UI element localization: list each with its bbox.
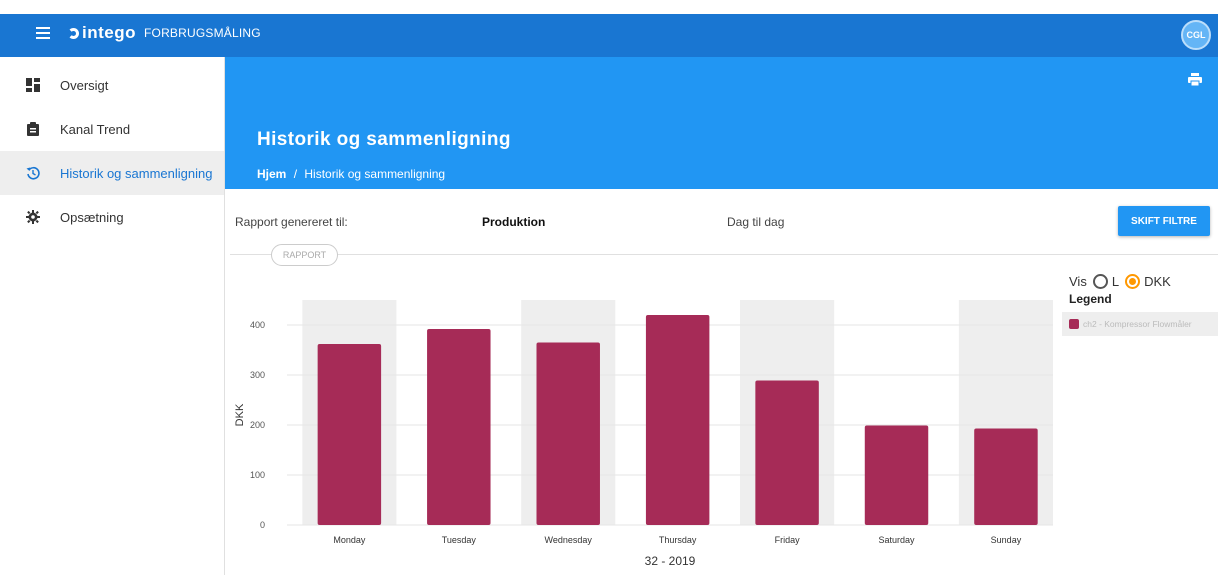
radio-liters[interactable] — [1092, 274, 1108, 289]
bar-tuesday[interactable] — [427, 329, 491, 525]
y-tick-label: 0 — [260, 520, 265, 530]
breadcrumb-separator: / — [293, 167, 298, 181]
clipboard-icon — [26, 122, 40, 136]
brand-logo: intego — [68, 23, 136, 43]
legend-item[interactable]: ch2 - Kompressor Flowmåler — [1062, 312, 1218, 336]
filter-bar: Rapport genereret til: Produktion Dag ti… — [225, 189, 1218, 255]
page-title: Historik og sammenligning — [257, 129, 511, 150]
sidebar-item-label: Opsætning — [60, 209, 124, 225]
y-tick-label: 100 — [250, 470, 265, 480]
app-logo: intego FORBRUGSMÅLING — [68, 23, 261, 43]
sidebar-item-opsaetning[interactable]: Opsætning — [0, 195, 224, 239]
divider — [230, 254, 1218, 255]
print-icon[interactable] — [1188, 73, 1202, 87]
unit-toggle: Vis L DKK — [1069, 274, 1171, 289]
legend-label: ch2 - Kompressor Flowmåler — [1083, 319, 1192, 329]
app-title: FORBRUGSMÅLING — [144, 26, 261, 40]
sidebar-item-oversigt[interactable]: Oversigt — [0, 63, 224, 107]
legend-swatch — [1069, 319, 1079, 329]
radio-liters-label: L — [1111, 274, 1120, 289]
y-tick-label: 300 — [250, 370, 265, 380]
x-tick-label: Friday — [775, 535, 801, 545]
menu-icon[interactable] — [36, 27, 50, 39]
dashboard-icon — [26, 78, 40, 92]
top-app-bar: intego FORBRUGSMÅLING CGL — [0, 0, 1218, 57]
bar-friday[interactable] — [755, 380, 819, 526]
x-tick-label: Thursday — [659, 535, 697, 545]
breadcrumb-current: Historik og sammenligning — [304, 167, 446, 181]
x-tick-label: Tuesday — [442, 535, 477, 545]
avatar[interactable]: CGL — [1181, 20, 1211, 50]
brand-name: intego — [82, 23, 136, 42]
page-header: Historik og sammenligning Hjem / Histori… — [225, 57, 1218, 189]
legend-title: Legend — [1069, 292, 1112, 306]
breadcrumb: Hjem / Historik og sammenligning — [257, 167, 445, 181]
report-value: Produktion — [482, 215, 546, 229]
rapport-chip[interactable]: RAPPORT — [271, 244, 338, 266]
x-tick-label: Monday — [333, 535, 366, 545]
vis-label: Vis — [1069, 274, 1087, 289]
gear-icon — [26, 210, 40, 224]
y-axis-label: DKK — [234, 403, 246, 426]
sidebar-item-label: Historik og sammenligning — [60, 165, 213, 181]
bar-saturday[interactable] — [864, 425, 929, 526]
x-axis-label: 32 - 2019 — [645, 554, 696, 568]
x-tick-label: Saturday — [879, 535, 916, 545]
sidebar: Oversigt Kanal Trend Historik og sammenl… — [0, 57, 225, 575]
period-label: Dag til dag — [727, 215, 785, 229]
history-icon — [26, 166, 40, 180]
radio-dkk[interactable] — [1125, 274, 1141, 289]
bar-sunday[interactable] — [974, 428, 1038, 526]
bar-thursday[interactable] — [645, 315, 710, 525]
y-tick-label: 200 — [250, 420, 265, 430]
bar-monday[interactable] — [317, 344, 382, 525]
breadcrumb-home[interactable]: Hjem — [257, 167, 286, 181]
change-filters-button[interactable]: SKIFT FILTRE — [1118, 206, 1210, 236]
sidebar-item-historik[interactable]: Historik og sammenligning — [0, 151, 224, 195]
bar-chart: 0 100 200 300 400 Monday Tuesday Wednesday Thur… — [234, 300, 1053, 568]
sidebar-item-label: Oversigt — [60, 77, 109, 93]
x-tick-label: Sunday — [991, 535, 1022, 545]
radio-dkk-label: DKK — [1144, 274, 1171, 289]
x-tick-label: Wednesday — [545, 535, 593, 545]
bar-wednesday[interactable] — [536, 342, 600, 526]
sidebar-item-kanal-trend[interactable]: Kanal Trend — [0, 107, 224, 151]
y-tick-label: 400 — [250, 320, 265, 330]
sidebar-item-label: Kanal Trend — [60, 121, 131, 137]
report-label: Rapport genereret til: — [235, 215, 348, 229]
